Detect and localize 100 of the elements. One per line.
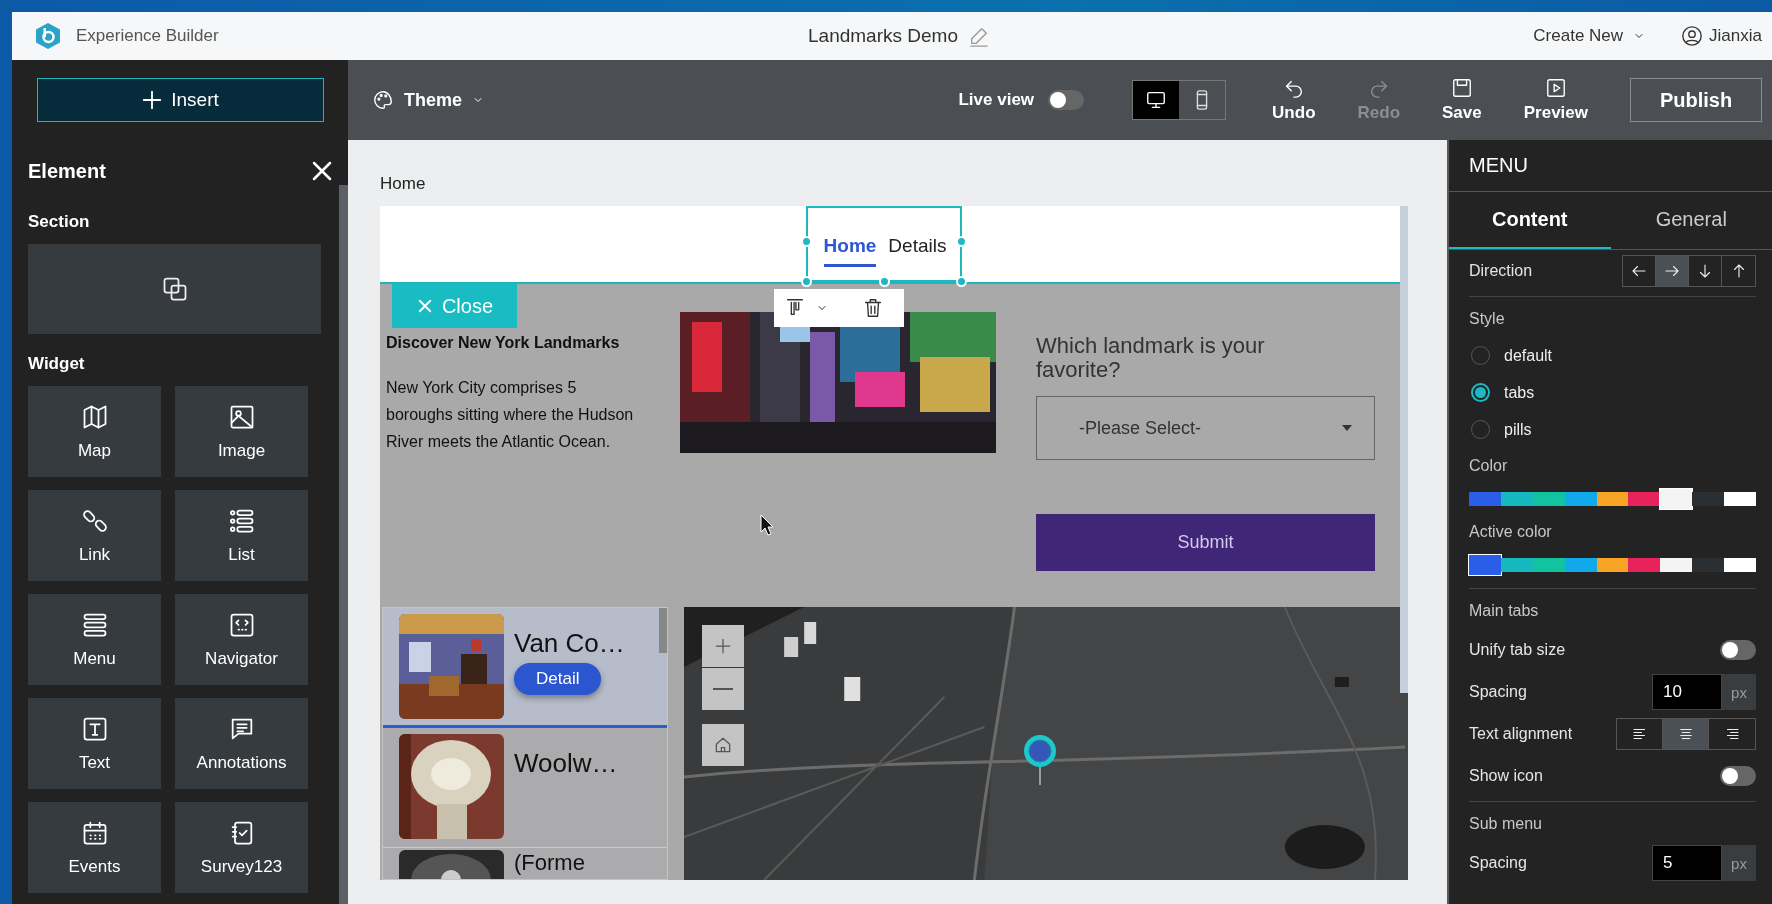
setting-label: Text alignment xyxy=(1469,725,1573,743)
desktop-view-button[interactable] xyxy=(1133,81,1180,119)
color-swatch[interactable] xyxy=(1692,558,1725,572)
panel-tab[interactable]: General xyxy=(1610,192,1772,249)
user-icon xyxy=(1681,25,1704,47)
scrollbar[interactable] xyxy=(1400,206,1408,693)
pencil-icon[interactable] xyxy=(967,25,990,47)
list-item-title: Woolw… xyxy=(514,748,618,779)
palette-icon xyxy=(372,89,394,111)
zoom-in-button[interactable] xyxy=(702,625,744,667)
alignment-button[interactable] xyxy=(1663,719,1709,749)
setting-label: Spacing xyxy=(1469,854,1527,872)
plus-icon xyxy=(141,89,164,111)
list-item[interactable]: Woolw… xyxy=(383,728,667,848)
widget-tile[interactable]: Navigator xyxy=(175,594,308,685)
color-swatch[interactable] xyxy=(1596,558,1629,572)
section-tile[interactable] xyxy=(28,244,321,334)
list-item[interactable]: (Forme xyxy=(383,848,667,879)
widget-tile[interactable]: Map xyxy=(28,386,161,477)
setting-label: Color xyxy=(1469,456,1509,476)
panel-tab[interactable]: Content xyxy=(1449,192,1611,249)
color-swatch[interactable] xyxy=(1660,558,1693,572)
toggle-switch[interactable] xyxy=(1720,640,1756,660)
panel-title: MENU xyxy=(1449,140,1772,192)
scrollbar[interactable] xyxy=(339,185,348,904)
trash-icon[interactable] xyxy=(862,297,884,319)
setting-label: Unify tab size xyxy=(1469,641,1566,659)
publish-button[interactable]: Publish xyxy=(1630,78,1762,122)
resize-handle[interactable] xyxy=(800,236,812,247)
widget-tile[interactable]: Annotations xyxy=(175,698,308,789)
widget-tile[interactable]: Image xyxy=(175,386,308,477)
widget-tile[interactable]: Link xyxy=(28,490,161,581)
app-name: Experience Builder xyxy=(76,26,219,46)
color-swatch[interactable] xyxy=(1564,558,1597,572)
breadcrumb: Home xyxy=(380,174,427,195)
color-swatch[interactable] xyxy=(1532,558,1565,572)
save-button[interactable]: Save xyxy=(1442,77,1482,123)
radio-button[interactable] xyxy=(1471,383,1490,402)
widget-tile[interactable]: List xyxy=(175,490,308,581)
unit-label: px xyxy=(1722,845,1756,881)
color-swatch[interactable] xyxy=(1469,492,1501,506)
setting-label: Spacing xyxy=(1469,683,1527,701)
color-swatch[interactable] xyxy=(1564,492,1597,506)
color-swatch[interactable] xyxy=(1660,489,1693,509)
section-heading: Main tabs xyxy=(1469,601,1540,621)
scrollbar[interactable] xyxy=(659,608,667,653)
color-swatch[interactable] xyxy=(1724,492,1756,506)
widget-tile[interactable]: Menu xyxy=(28,594,161,685)
menu-tab[interactable]: Home xyxy=(823,208,877,267)
menu-tab[interactable]: Details xyxy=(888,208,947,267)
undo-button[interactable]: Undo xyxy=(1272,77,1316,123)
color-swatch[interactable] xyxy=(1628,558,1661,572)
intro-text: New York City comprises 5 boroughs sitting where the Hudson River meets the Atlantic Ocean. xyxy=(386,378,635,452)
cursor-icon xyxy=(760,514,774,536)
select-dropdown[interactable]: -Please Select- xyxy=(1036,396,1375,460)
number-field[interactable]: 10 xyxy=(1652,674,1722,710)
radio-label: default xyxy=(1504,346,1553,365)
insert-button[interactable]: Insert xyxy=(36,78,324,122)
toggle-switch[interactable] xyxy=(1720,766,1756,786)
widget-label: Widget xyxy=(28,354,86,374)
live-view-label: Live view xyxy=(958,90,1035,110)
resize-handle[interactable] xyxy=(956,276,968,287)
create-new-button[interactable]: Create New xyxy=(1533,26,1646,46)
resize-handle[interactable] xyxy=(800,276,812,287)
color-swatch[interactable] xyxy=(1469,555,1501,575)
section-label: Section xyxy=(28,212,91,232)
color-swatch[interactable] xyxy=(1532,492,1565,506)
close-icon[interactable] xyxy=(310,159,334,183)
resize-handle[interactable] xyxy=(956,236,968,247)
home-icon xyxy=(713,735,733,755)
home-button[interactable] xyxy=(702,724,744,766)
color-swatch[interactable] xyxy=(1500,558,1533,572)
resize-handle[interactable] xyxy=(879,276,890,287)
color-swatch[interactable] xyxy=(1692,492,1725,506)
number-field[interactable]: 5 xyxy=(1652,845,1722,881)
submit-button[interactable]: Submit xyxy=(1036,514,1375,571)
color-swatch[interactable] xyxy=(1724,558,1756,572)
color-swatch[interactable] xyxy=(1596,492,1629,506)
theme-button[interactable]: Theme xyxy=(372,89,485,111)
preview-button[interactable]: Preview xyxy=(1523,77,1588,123)
section-heading: Sub menu xyxy=(1469,814,1543,834)
list-item[interactable]: Van Co… Detail xyxy=(383,608,667,728)
setting-label: Active color xyxy=(1469,522,1553,542)
detail-button[interactable]: Detail xyxy=(514,663,602,695)
plus-icon xyxy=(713,636,733,656)
setting-label: Direction xyxy=(1469,262,1533,280)
user-menu[interactable]: Jianxia xyxy=(1681,25,1762,47)
radio-label: tabs xyxy=(1504,383,1535,402)
unit-label: px xyxy=(1722,674,1756,710)
color-swatch[interactable] xyxy=(1628,492,1661,506)
section-heading: Style xyxy=(1469,309,1506,329)
color-swatch[interactable] xyxy=(1500,492,1533,506)
intro-title: Discover New York Landmarks xyxy=(386,334,621,352)
widget-tile[interactable]: Text xyxy=(28,698,161,789)
toggle-switch[interactable] xyxy=(1048,90,1085,110)
widget-tile[interactable]: Survey123 xyxy=(175,802,308,893)
widget-tile[interactable]: Events xyxy=(28,802,161,893)
direction-button[interactable] xyxy=(1656,256,1689,286)
setting-label: Show icon xyxy=(1469,767,1543,785)
zoom-out-button[interactable] xyxy=(702,668,744,710)
